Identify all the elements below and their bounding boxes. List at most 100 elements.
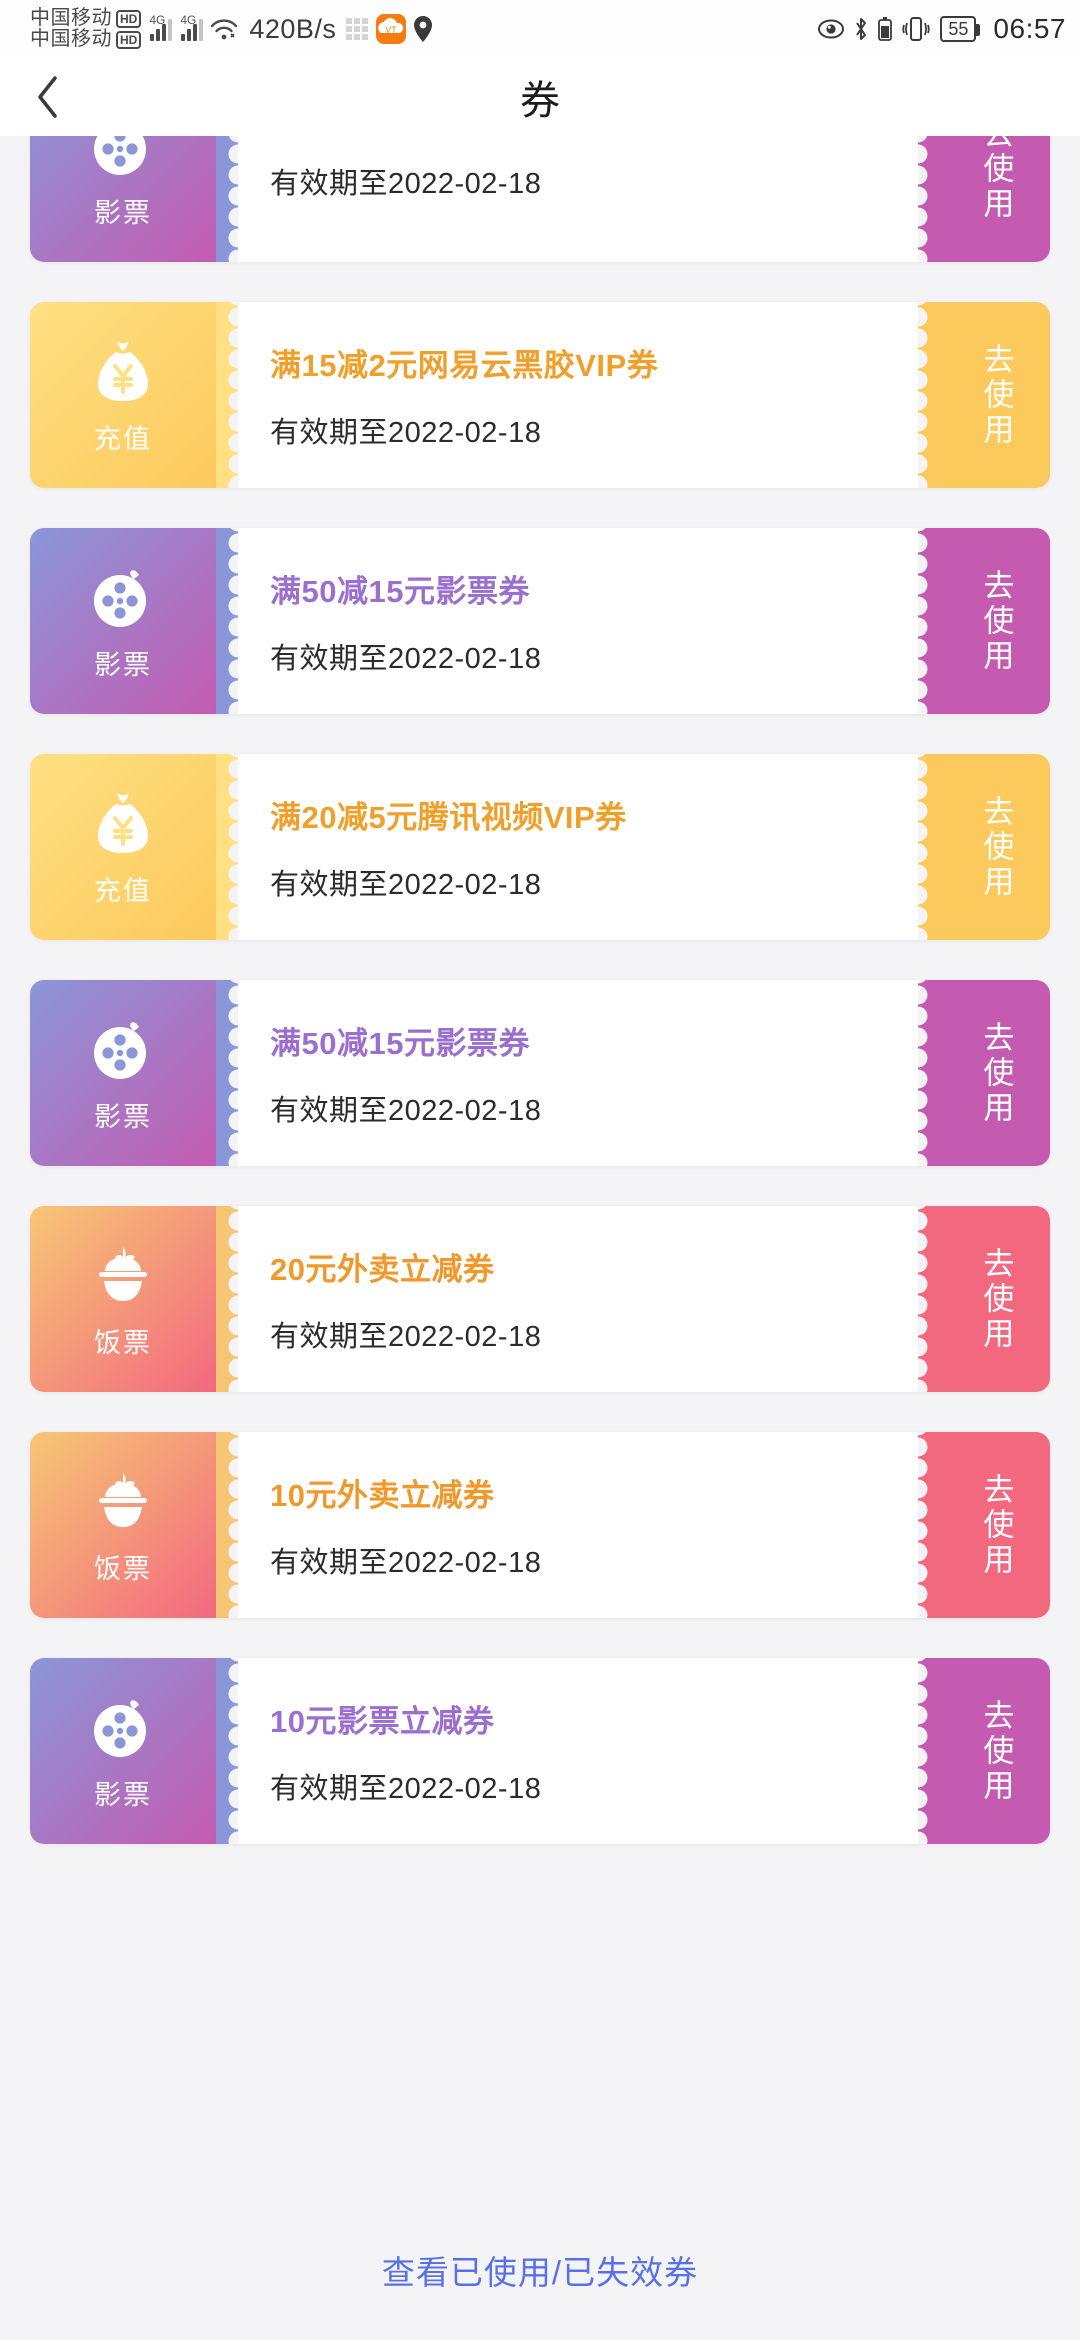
status-bar: 中国移动 HD 中国移动 HD 4G 4G 420B/s VT 55 06:57	[0, 0, 1080, 58]
coupon-use-button-label: 去使用	[978, 568, 1014, 674]
coupon-category-label: 影票	[94, 649, 152, 680]
coupon-category-panel: 充值	[30, 754, 216, 940]
coupon-title: 10元外卖立减券	[270, 1477, 495, 1513]
film-reel-icon	[87, 1691, 159, 1763]
carrier-info: 中国移动 HD 中国移动 HD	[30, 7, 142, 50]
coupon-use-button[interactable]: 去使用	[940, 136, 1050, 262]
coupon-details: 10元外卖立减券 有效期至2022-02-18	[238, 1432, 918, 1618]
coupon-use-button[interactable]: 去使用	[940, 1432, 1050, 1618]
hd-badge-sim2: HD	[116, 30, 142, 49]
coupon-card[interactable]: 影票 10元影票立减券 有效期至2022-02-18 去使用	[30, 1658, 1050, 1844]
coupon-card[interactable]: 充值 满15减2元网易云黑胶VIP券 有效期至2022-02-18 去使用	[30, 302, 1050, 488]
signal-strength-sim2: 4G	[180, 13, 204, 41]
coupon-use-button[interactable]: 去使用	[940, 528, 1050, 714]
coupon-card[interactable]: 影票 满50减15元影票券 有效期至2022-02-18 去使用	[30, 980, 1050, 1166]
coupon-left-perforation	[216, 1206, 238, 1392]
coupon-details: 10元影票立减券 有效期至2022-02-18	[238, 1658, 918, 1844]
coupon-details: 有效期至2022-02-18	[238, 136, 918, 262]
battery-icon	[878, 17, 893, 41]
coupon-right-perforation	[918, 136, 940, 262]
coupon-category-label: 饭票	[94, 1327, 152, 1358]
coupon-category-panel: 饭票	[30, 1206, 216, 1392]
coupon-details: 20元外卖立减券 有效期至2022-02-18	[238, 1206, 918, 1392]
status-bar-notification-icons: VT	[346, 14, 433, 44]
coupon-use-button-label: 去使用	[978, 1246, 1014, 1352]
vt-app-icon: VT	[376, 14, 407, 44]
coupon-category-label: 影票	[94, 1779, 152, 1810]
coupon-left-perforation	[216, 302, 238, 488]
coupon-card[interactable]: 充值 满20减5元腾讯视频VIP券 有效期至2022-02-18 去使用	[30, 754, 1050, 940]
coupon-details: 满15减2元网易云黑胶VIP券 有效期至2022-02-18	[238, 302, 918, 488]
coupon-expiry: 有效期至2022-02-18	[270, 1772, 542, 1805]
coupon-card[interactable]: 影票 满50减15元影票券 有效期至2022-02-18 去使用	[30, 528, 1050, 714]
coupon-use-button-label: 去使用	[978, 794, 1014, 900]
coupon-right-perforation	[918, 1658, 940, 1844]
coupon-category-label: 影票	[94, 197, 152, 228]
coupon-card[interactable]: 饭票 20元外卖立减券 有效期至2022-02-18 去使用	[30, 1206, 1050, 1392]
coupon-category-panel: 影票	[30, 528, 216, 714]
coupon-list[interactable]: 影票 有效期至2022-02-18 去使用 充值 满15减2元网易云黑胶VIP券…	[0, 136, 1080, 2220]
coupon-use-button[interactable]: 去使用	[940, 754, 1050, 940]
coupon-left-perforation	[216, 1432, 238, 1618]
coupon-use-button-label: 去使用	[978, 342, 1014, 448]
coupon-right-perforation	[918, 980, 940, 1166]
coupon-title: 满50减15元影票券	[270, 573, 530, 609]
status-bar-left: 中国移动 HD 中国移动 HD 4G 4G 420B/s	[30, 8, 336, 50]
film-reel-icon	[87, 1013, 159, 1085]
svg-text:VT: VT	[386, 25, 398, 35]
coupon-expiry: 有效期至2022-02-18	[270, 416, 542, 449]
eye-icon	[818, 19, 845, 39]
coupon-right-perforation	[918, 1432, 940, 1618]
coupon-use-button[interactable]: 去使用	[940, 1658, 1050, 1844]
coupon-category-panel: 饭票	[30, 1432, 216, 1618]
coupon-expiry: 有效期至2022-02-18	[270, 642, 542, 675]
coupon-card[interactable]: 影票 有效期至2022-02-18 去使用	[30, 136, 1050, 262]
wifi-icon	[209, 17, 239, 41]
money-bag-icon	[87, 787, 159, 859]
coupon-title: 10元影票立减券	[270, 1703, 495, 1739]
coupon-category-panel: 影票	[30, 1658, 216, 1844]
chevron-left-icon	[35, 75, 61, 119]
view-used-expired-coupons-link[interactable]: 查看已使用/已失效券	[382, 2246, 698, 2294]
network-type-sim2-label: 4G	[180, 13, 197, 27]
coupon-expiry: 有效期至2022-02-18	[270, 168, 542, 200]
coupon-use-button-label: 去使用	[978, 1020, 1014, 1126]
bluetooth-icon	[853, 17, 869, 41]
coupon-use-button-label: 去使用	[978, 1698, 1014, 1804]
location-pin-icon	[414, 16, 433, 42]
vibrate-icon	[901, 16, 931, 42]
coupon-expiry: 有效期至2022-02-18	[270, 1320, 542, 1353]
coupon-left-perforation	[216, 754, 238, 940]
coupon-use-button[interactable]: 去使用	[940, 302, 1050, 488]
network-type-sim1-label: 4G	[149, 13, 166, 27]
coupon-right-perforation	[918, 528, 940, 714]
coupon-card[interactable]: 饭票 10元外卖立减券 有效期至2022-02-18 去使用	[30, 1432, 1050, 1618]
status-bar-right: 55 06:57	[818, 13, 1066, 45]
coupon-expiry: 有效期至2022-02-18	[270, 1546, 542, 1579]
coupon-title: 20元外卖立减券	[270, 1251, 495, 1287]
grid-icon	[346, 18, 369, 40]
carrier-name-sim1: 中国移动	[30, 7, 112, 29]
rice-bowl-icon	[87, 1465, 159, 1537]
battery-percent-badge: 55	[940, 16, 981, 42]
coupon-use-button[interactable]: 去使用	[940, 980, 1050, 1166]
network-speed: 420B/s	[249, 13, 337, 44]
coupon-category-label: 充值	[94, 875, 152, 906]
coupon-expiry: 有效期至2022-02-18	[270, 1094, 542, 1127]
coupon-title: 满50减15元影票券	[270, 1025, 530, 1061]
coupon-use-button[interactable]: 去使用	[940, 1206, 1050, 1392]
coupon-left-perforation	[216, 528, 238, 714]
coupon-category-panel: 影票	[30, 136, 216, 262]
coupon-details: 满20减5元腾讯视频VIP券 有效期至2022-02-18	[238, 754, 918, 940]
coupon-category-panel: 影票	[30, 980, 216, 1166]
coupon-expiry: 有效期至2022-02-18	[270, 868, 542, 901]
signal-strength-sim1: 4G	[149, 13, 173, 41]
film-reel-icon	[87, 561, 159, 633]
coupon-title: 满20减5元腾讯视频VIP券	[270, 799, 627, 835]
status-bar-clock: 06:57	[993, 13, 1066, 44]
coupon-category-panel: 充值	[30, 302, 216, 488]
coupon-right-perforation	[918, 1206, 940, 1392]
back-button[interactable]	[0, 58, 96, 136]
coupon-right-perforation	[918, 302, 940, 488]
money-bag-icon	[87, 335, 159, 407]
